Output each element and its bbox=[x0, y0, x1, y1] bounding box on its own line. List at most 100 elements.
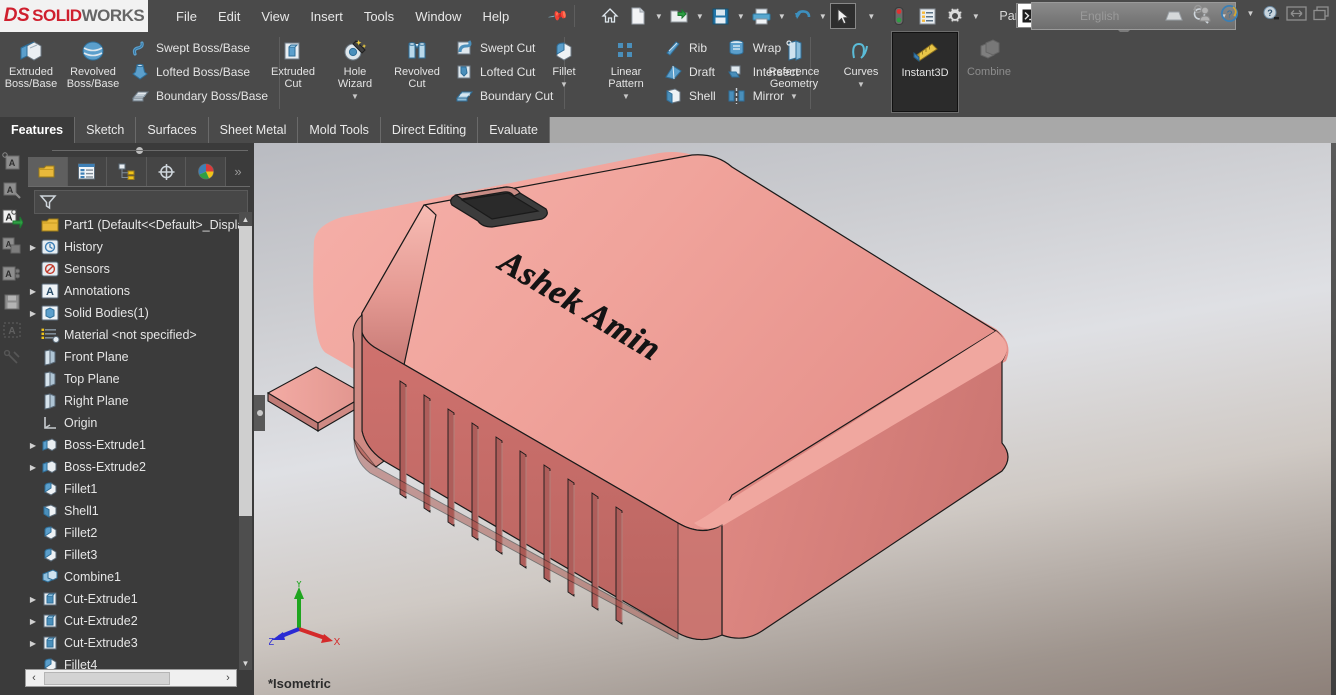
tree-row-fillet1[interactable]: Fillet1 bbox=[26, 478, 240, 500]
tree-expand-arrow[interactable]: ▶ bbox=[26, 617, 40, 626]
options-gear-icon[interactable] bbox=[942, 3, 968, 29]
menu-item-window[interactable]: Window bbox=[415, 9, 461, 24]
tree-filter-input[interactable] bbox=[34, 190, 248, 214]
select-dropdown-arrow[interactable]: ▼ bbox=[858, 3, 884, 29]
tree-row-sensors[interactable]: Sensors bbox=[26, 258, 240, 280]
light-icon[interactable] bbox=[1, 347, 23, 369]
extruded-cut-button[interactable]: Extruded Cut bbox=[262, 32, 324, 90]
reference-geometry-dropdown-arrow[interactable]: ▼ bbox=[790, 92, 798, 101]
hole-wizard-button[interactable]: Hole Wizard ▼ bbox=[324, 32, 386, 101]
menu-item-file[interactable]: File bbox=[176, 9, 197, 24]
menu-item-insert[interactable]: Insert bbox=[310, 9, 343, 24]
panel-grip[interactable] bbox=[24, 143, 254, 157]
save-icon[interactable] bbox=[707, 3, 733, 29]
draft-button[interactable]: Draft bbox=[657, 61, 721, 83]
open-folder-icon[interactable] bbox=[666, 3, 692, 29]
tree-expand-arrow[interactable]: ▶ bbox=[26, 639, 40, 648]
scene-icon[interactable]: A bbox=[1, 319, 23, 341]
menu-item-edit[interactable]: Edit bbox=[218, 9, 240, 24]
graphics-viewport[interactable]: Ashek Amin Y X Z *Isometric bbox=[254, 143, 1336, 695]
rebuild-icon[interactable] bbox=[886, 3, 912, 29]
curves-button[interactable]: Curves ▼ bbox=[830, 32, 892, 89]
save-dropdown-arrow[interactable]: ▼ bbox=[735, 12, 746, 21]
feature-manager-tab[interactable] bbox=[28, 157, 68, 186]
paste-appearance-icon[interactable]: A bbox=[1, 235, 23, 257]
edit-appearance-icon[interactable]: A bbox=[1, 179, 23, 201]
tree-expand-arrow[interactable]: ▶ bbox=[26, 595, 40, 604]
tab-surfaces[interactable]: Surfaces bbox=[136, 117, 209, 143]
tree-row-front-plane[interactable]: Front Plane bbox=[26, 346, 240, 368]
tree-vertical-scrollbar[interactable]: ▲ ▼ bbox=[239, 212, 252, 670]
rib-button[interactable]: Rib bbox=[657, 37, 721, 59]
linear-pattern-button[interactable]: Linear Pattern ▼ bbox=[595, 32, 657, 101]
tree-row-annotations[interactable]: ▶ A Annotations bbox=[26, 280, 240, 302]
combine-button[interactable]: Combine bbox=[958, 32, 1020, 78]
hole-wizard-dropdown-arrow[interactable]: ▼ bbox=[351, 92, 359, 101]
revolved-cut-button[interactable]: Revolved Cut bbox=[386, 32, 448, 90]
select-arrow-icon[interactable] bbox=[830, 3, 857, 29]
tree-row-origin[interactable]: Origin bbox=[26, 412, 240, 434]
decal-icon[interactable]: A bbox=[1, 263, 23, 285]
tree-scroll-thumb[interactable] bbox=[239, 226, 252, 516]
tree-expand-arrow[interactable]: ▶ bbox=[26, 287, 40, 296]
linear-pattern-dropdown-arrow[interactable]: ▼ bbox=[622, 92, 630, 101]
appearance-icon[interactable]: A bbox=[1, 151, 23, 173]
fillet-button[interactable]: Fillet ▼ bbox=[533, 32, 595, 89]
print-icon[interactable] bbox=[748, 3, 774, 29]
revolved-boss-base-button[interactable]: Revolved Boss/Base bbox=[62, 32, 124, 90]
hscroll-track[interactable] bbox=[42, 671, 220, 685]
swept-boss-base-button[interactable]: Swept Boss/Base bbox=[124, 37, 273, 59]
question-icon[interactable]: ? bbox=[1262, 5, 1280, 23]
tree-row-fillet4[interactable]: Fillet4 bbox=[26, 654, 240, 669]
user-settings-icon[interactable] bbox=[1192, 4, 1214, 23]
menu-item-tools[interactable]: Tools bbox=[364, 9, 394, 24]
scroll-left-arrow[interactable]: ‹ bbox=[26, 672, 42, 684]
open-dropdown-arrow[interactable]: ▼ bbox=[694, 12, 705, 21]
shell-button[interactable]: Shell bbox=[657, 85, 721, 107]
save-appearance-icon[interactable] bbox=[1, 291, 23, 313]
undo-icon[interactable] bbox=[789, 3, 815, 29]
menu-item-view[interactable]: View bbox=[261, 9, 289, 24]
pushpin-icon[interactable]: 📌 bbox=[547, 5, 570, 27]
tree-row-history[interactable]: ▶ History bbox=[26, 236, 240, 258]
configuration-manager-tab[interactable] bbox=[107, 157, 147, 186]
options-dropdown-arrow[interactable]: ▼ bbox=[970, 12, 981, 21]
keyboard-icon[interactable] bbox=[1164, 11, 1184, 21]
tab-sketch[interactable]: Sketch bbox=[75, 117, 137, 143]
fillet-dropdown-arrow[interactable]: ▼ bbox=[560, 80, 568, 89]
solidworks-logo[interactable]: DS SOLIDWORKS bbox=[0, 0, 148, 32]
new-document-dropdown-arrow[interactable]: ▼ bbox=[653, 12, 664, 21]
tree-row-right-plane[interactable]: Right Plane bbox=[26, 390, 240, 412]
menu-item-help[interactable]: Help bbox=[482, 9, 509, 24]
tree-expand-arrow[interactable]: ▶ bbox=[26, 441, 40, 450]
tree-expand-arrow[interactable]: ▶ bbox=[26, 243, 40, 252]
scroll-right-arrow[interactable]: › bbox=[220, 672, 236, 684]
tab-mold-tools[interactable]: Mold Tools bbox=[298, 117, 381, 143]
copy-appearance-icon[interactable]: A bbox=[1, 207, 23, 229]
instant3d-button[interactable]: Instant3D bbox=[891, 31, 959, 113]
tree-row-fillet2[interactable]: Fillet2 bbox=[26, 522, 240, 544]
dimxpert-manager-tab[interactable] bbox=[146, 157, 187, 186]
tree-expand-arrow[interactable]: ▶ bbox=[26, 463, 40, 472]
hscroll-thumb[interactable] bbox=[44, 672, 170, 685]
tree-row-fillet3[interactable]: Fillet3 bbox=[26, 544, 240, 566]
restore-window-icon[interactable] bbox=[1286, 5, 1307, 22]
close-window-icon[interactable] bbox=[1313, 6, 1330, 21]
tree-row-cut-extrude1[interactable]: ▶ Cut-Extrude1 bbox=[26, 588, 240, 610]
tree-horizontal-scrollbar[interactable]: ‹ › bbox=[25, 669, 237, 687]
new-document-icon[interactable] bbox=[625, 3, 651, 29]
file-properties-icon[interactable] bbox=[914, 3, 940, 29]
tree-row-boss-extrude1[interactable]: ▶ Boss-Extrude1 bbox=[26, 434, 240, 456]
undo-dropdown-arrow[interactable]: ▼ bbox=[817, 12, 828, 21]
print-dropdown-arrow[interactable]: ▼ bbox=[776, 12, 787, 21]
tab-features[interactable]: Features bbox=[0, 117, 76, 143]
home-icon[interactable] bbox=[597, 3, 623, 29]
property-manager-tab[interactable] bbox=[67, 157, 108, 186]
scroll-down-arrow[interactable]: ▼ bbox=[239, 656, 252, 670]
lofted-boss-base-button[interactable]: Lofted Boss/Base bbox=[124, 61, 273, 83]
tab-sheet-metal[interactable]: Sheet Metal bbox=[208, 117, 299, 143]
curves-dropdown-arrow[interactable]: ▼ bbox=[857, 80, 865, 89]
display-manager-tab[interactable] bbox=[186, 157, 226, 186]
tree-expand-arrow[interactable]: ▶ bbox=[26, 309, 40, 318]
help-dropdown-arrow[interactable]: ▼ bbox=[1245, 9, 1256, 18]
